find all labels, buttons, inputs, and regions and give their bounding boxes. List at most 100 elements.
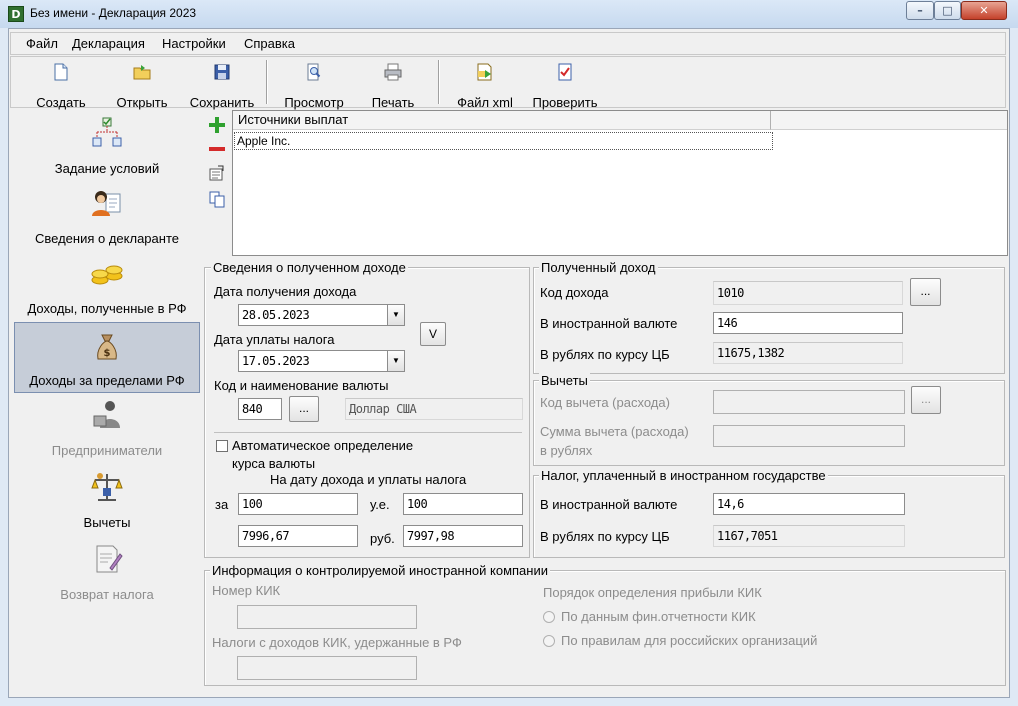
kik-taxes-field	[237, 656, 417, 680]
table-row[interactable]: Apple Inc.	[234, 132, 773, 150]
check-button[interactable]: Проверить	[528, 60, 602, 110]
kik-option-financial-label: По данным фин.отчетности КИК	[561, 609, 756, 624]
currency-pick-button[interactable]: ...	[289, 396, 319, 422]
kik-option-russian-label: По правилам для российских организаций	[561, 633, 818, 648]
nav-item-income-rf[interactable]: Доходы, полученные в РФ	[14, 254, 200, 320]
nav-item-entrepreneurs[interactable]: Предприниматели	[14, 396, 200, 462]
checklist-icon	[558, 63, 572, 81]
nav-label-declarant: Сведения о декларанте	[35, 231, 179, 246]
preview-label: Просмотр	[284, 95, 344, 110]
save-button[interactable]: Сохранить	[186, 60, 258, 110]
kik-option-russian-radio[interactable]	[543, 635, 555, 647]
svg-text:$: $	[104, 348, 111, 359]
toolbar-separator	[266, 60, 268, 104]
save-label: Сохранить	[189, 95, 255, 110]
entrepreneur-icon	[93, 401, 120, 428]
currency-code-field[interactable]: 840	[238, 398, 282, 420]
kik-option-financial-radio[interactable]	[543, 611, 555, 623]
deductions-title: Вычеты	[539, 373, 590, 388]
nav-item-deductions[interactable]: Вычеты	[14, 468, 200, 534]
scales-icon	[91, 473, 123, 501]
v-button[interactable]: V	[420, 322, 446, 346]
rub-income-field[interactable]: 7996,67	[238, 525, 358, 547]
window-title: Без имени - Декларация 2023	[30, 6, 197, 20]
units-tax-field[interactable]: 100	[403, 493, 523, 515]
divider	[214, 432, 522, 433]
preview-button[interactable]: Просмотр	[280, 60, 348, 110]
date-income-value: 28.05.2023	[242, 308, 310, 322]
auto-rate-label-1: Автоматическое определение	[232, 438, 414, 453]
date-income-label: Дата получения дохода	[214, 284, 357, 299]
foreign-currency-field[interactable]: 146	[713, 312, 903, 334]
new-document-icon	[54, 63, 68, 81]
remove-icon[interactable]	[208, 140, 226, 158]
nav-item-conditions[interactable]: Задание условий	[14, 112, 200, 180]
nav-item-declarant[interactable]: Сведения о декларанте	[14, 184, 200, 250]
auto-rate-checkbox[interactable]	[216, 440, 228, 452]
nav-label-deductions: Вычеты	[83, 515, 131, 530]
sources-column-header[interactable]: Источники выплат	[233, 111, 771, 130]
open-folder-icon	[133, 65, 151, 80]
toolbar-separator	[438, 60, 440, 104]
kik-title: Информация о контролируемой иностранной …	[210, 563, 550, 578]
foreign-tax-currency-field[interactable]: 14,6	[713, 493, 905, 515]
print-button[interactable]: Печать	[366, 60, 420, 110]
edit-icon[interactable]	[208, 164, 226, 182]
close-button[interactable]: ✕	[961, 1, 1007, 20]
deduction-sum-label-1: Сумма вычета (расхода)	[540, 424, 689, 439]
kik-number-label: Номер КИК	[212, 583, 281, 598]
date-tax-value: 17.05.2023	[242, 354, 310, 368]
nav-item-tax-refund[interactable]: Возврат налога	[14, 540, 200, 606]
printer-icon	[384, 63, 402, 81]
foreign-tax-rub-field: 1167,7051	[713, 525, 905, 547]
rub-label: руб.	[370, 531, 395, 546]
nav-item-income-abroad[interactable]: $ Доходы за пределами РФ	[14, 322, 200, 393]
deduction-sum-label-2: в рублях	[540, 443, 593, 458]
menu-help[interactable]: Справка	[244, 36, 295, 51]
kik-profit-label: Порядок определения прибыли КИК	[543, 585, 762, 600]
document-pen-icon	[96, 545, 123, 573]
deduction-code-field	[713, 390, 905, 414]
open-label: Открыть	[116, 95, 168, 110]
chevron-down-icon[interactable]: ▼	[387, 351, 404, 371]
deduction-code-pick-button[interactable]: ...	[911, 386, 941, 414]
income-code-label: Код дохода	[540, 285, 609, 300]
save-disk-icon	[214, 64, 230, 80]
income-code-pick-button[interactable]: ...	[910, 278, 941, 306]
date-tax-combo[interactable]: 17.05.2023	[238, 350, 405, 372]
maximize-button[interactable]: □	[934, 1, 961, 20]
add-icon[interactable]	[208, 116, 226, 134]
menu-settings[interactable]: Настройки	[162, 36, 226, 51]
kik-number-field	[237, 605, 417, 629]
auto-rate-label-2: курса валюты	[232, 456, 316, 471]
person-card-icon	[92, 191, 121, 216]
check-label: Проверить	[532, 95, 598, 110]
currency-label: Код и наименование валюты	[214, 378, 389, 393]
copy-icon[interactable]	[208, 190, 226, 208]
nav-label-entrepreneurs: Предприниматели	[51, 443, 163, 458]
menu-declaration[interactable]: Декларация	[72, 36, 145, 51]
menu-bar	[10, 32, 1006, 55]
xml-file-button[interactable]: Файл xml	[452, 60, 518, 110]
xml-export-icon	[477, 63, 492, 81]
create-label: Создать	[36, 95, 86, 110]
rub-cb-label: В рублях по курсу ЦБ	[540, 347, 670, 362]
chevron-down-icon[interactable]: ▼	[387, 305, 404, 325]
app-logo-icon: D	[8, 6, 24, 22]
income-info-title: Сведения о полученном доходе	[211, 260, 408, 275]
coins-icon	[91, 265, 123, 285]
date-income-combo[interactable]: 28.05.2023	[238, 304, 405, 326]
preview-magnifier-icon	[307, 63, 321, 81]
ue-label: у.е.	[370, 497, 390, 512]
rub-cb-field: 11675,1382	[713, 342, 903, 364]
units-income-field[interactable]: 100	[238, 493, 358, 515]
nav-label-tax-refund: Возврат налога	[60, 587, 154, 602]
date-tax-label: Дата уплаты налога	[214, 332, 335, 347]
minimize-button[interactable]: –	[906, 1, 934, 20]
create-button[interactable]: Создать	[30, 60, 92, 110]
rub-tax-field[interactable]: 7997,98	[403, 525, 523, 547]
menu-file[interactable]: Файл	[26, 36, 58, 51]
foreign-tax-title: Налог, уплаченный в иностранном государс…	[539, 468, 828, 483]
open-button[interactable]: Открыть	[110, 60, 174, 110]
deduction-code-label: Код вычета (расхода)	[540, 395, 670, 410]
